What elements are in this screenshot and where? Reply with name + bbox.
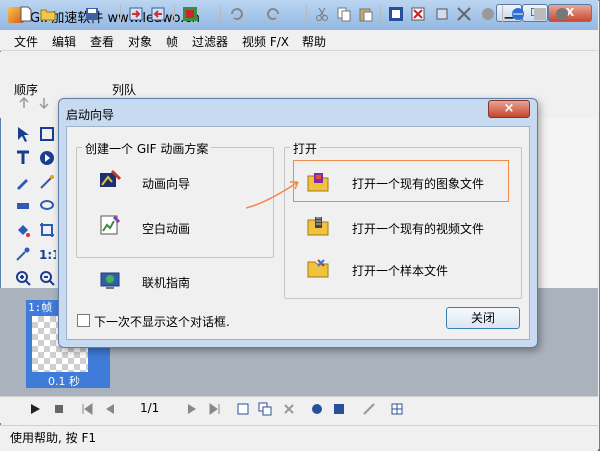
zoom-out-icon[interactable] [38,269,56,287]
open-sample-file-option[interactable]: 打开一个样本文件 [352,262,448,279]
eraser-icon[interactable] [14,197,32,215]
toolbar-separator [120,5,121,23]
crop-icon[interactable] [38,221,56,239]
play-icon[interactable] [28,402,42,416]
new-icon[interactable] [18,6,34,22]
toolbar-separator [220,5,221,23]
queue-label: 列队 [112,83,137,97]
select-icon[interactable] [38,125,56,143]
stop-icon[interactable] [52,402,66,416]
status-text: 使用帮助, 按 F1 [10,431,96,445]
online-guide-option[interactable]: 联机指南 [142,274,190,291]
order-label: 顺序 [14,83,39,97]
dialog-title: 启动向导 [66,108,115,122]
open-video-file-icon[interactable] [306,214,330,238]
tools-icon[interactable] [362,402,376,416]
zoom-one-icon[interactable]: 1:1 [38,245,56,263]
svg-text:1:1: 1:1 [39,248,56,262]
arrow-down-icon[interactable] [38,97,50,109]
frame-number-label: 1:帧 [28,301,53,314]
online-guide-icon[interactable] [98,268,122,292]
prev-frame-icon[interactable] [102,402,116,416]
dont-show-label[interactable]: 下一次不显示这个对话框. [94,313,230,330]
more-icon[interactable] [554,6,570,22]
menu-view[interactable]: 查看 [90,33,114,50]
text-icon[interactable] [14,149,32,167]
delete-frame-icon[interactable] [282,402,296,416]
next-frame-icon[interactable] [186,402,200,416]
more-icon[interactable] [480,6,496,22]
open-icon[interactable] [40,6,56,22]
toolbar-separator [380,5,381,23]
blank-animation-option[interactable]: 空白动画 [142,220,190,237]
close-dialog-button[interactable]: 关闭 [446,307,520,329]
animation-wizard-icon[interactable] [98,168,122,192]
play-icon[interactable] [38,149,56,167]
undo-icon[interactable] [228,6,244,22]
menu-object[interactable]: 对象 [128,33,152,50]
export-icon[interactable] [150,6,166,22]
menu-edit[interactable]: 编辑 [52,33,76,50]
save-icon[interactable] [84,6,100,22]
main-toolbar [0,52,598,81]
blank-animation-icon[interactable] [98,213,122,237]
pointer-icon[interactable] [14,125,32,143]
paste-icon[interactable] [358,6,374,22]
transition-icon[interactable] [332,402,346,416]
cut-icon[interactable] [314,6,330,22]
open-video-file-option[interactable]: 打开一个现有的视频文件 [352,220,484,237]
toolbar-separator [174,5,175,23]
color-icon[interactable] [182,6,198,22]
first-frame-icon[interactable] [80,402,94,416]
open-group-label: 打开 [290,140,321,157]
import-icon[interactable] [128,6,144,22]
dont-show-checkbox[interactable] [77,314,90,327]
toolbar-separator [502,5,503,23]
insert-frame-icon[interactable] [236,402,250,416]
frame-page-indicator: 1/1 [140,401,160,415]
disable-icon[interactable] [532,6,548,22]
menu-video-fx[interactable]: 视频 F/X [242,33,289,50]
menu-help[interactable]: 帮助 [302,33,326,50]
picker-icon[interactable] [14,245,32,263]
web-icon[interactable] [510,6,526,22]
brush-icon[interactable] [14,173,32,191]
wand-icon[interactable] [38,173,56,191]
last-frame-icon[interactable] [208,402,222,416]
menu-filter[interactable]: 过滤器 [192,33,228,50]
create-group-label: 创建一个 GIF 动画方案 [82,140,212,157]
frame-delay-label: 0.1 秒 [48,375,80,388]
zoom-in-icon[interactable] [14,269,32,287]
copy-icon[interactable] [336,6,352,22]
toolbar-separator [306,5,307,23]
fill-icon[interactable] [14,221,32,239]
open-image-file-option[interactable]: 打开一个现有的图象文件 [352,175,484,192]
lasso-icon[interactable] [38,197,56,215]
effect-icon[interactable] [310,402,324,416]
redo-icon[interactable] [266,6,282,22]
arrow-up-icon[interactable] [18,97,30,109]
open-sample-file-icon[interactable] [306,256,330,280]
menu-file[interactable]: 文件 [14,33,38,50]
frame-icon[interactable] [388,6,404,22]
animation-wizard-option[interactable]: 动画向导 [142,175,190,192]
dialog-close-button[interactable]: × [488,100,530,118]
resize-icon[interactable] [434,6,450,22]
duplicate-frame-icon[interactable] [258,402,272,416]
delete-icon[interactable] [410,6,426,22]
pointer-arrow-annotation [245,181,299,209]
grid-icon[interactable] [390,402,404,416]
optimize-icon[interactable] [456,6,472,22]
menu-frame[interactable]: 帧 [166,33,178,50]
